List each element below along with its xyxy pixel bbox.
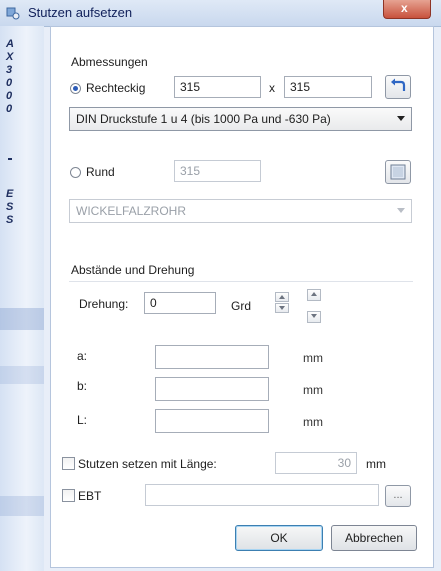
distances-group-label: Abstände und Drehung (71, 263, 195, 277)
b-unit: mm (303, 383, 323, 397)
ebt-input[interactable] (145, 484, 379, 506)
rect-radio[interactable] (70, 83, 81, 94)
swap-dimensions-button[interactable] (385, 75, 411, 99)
ebt-browse-button[interactable]: ... (385, 485, 411, 507)
l-label: L: (77, 413, 88, 427)
rect-class-value: DIN Druckstufe 1 u 4 (bis 1000 Pa und -6… (76, 112, 331, 126)
strip-letters-bottom: ES S (6, 188, 14, 226)
rect-width-input[interactable]: 315 (174, 76, 261, 98)
rect-class-dropdown[interactable]: DIN Druckstufe 1 u 4 (bis 1000 Pa und -6… (69, 107, 412, 131)
preview-icon (390, 164, 406, 180)
strip-shade (0, 366, 44, 384)
window-title: Stutzen aufsetzen (28, 5, 133, 20)
rotation-input[interactable]: 0 (144, 292, 216, 314)
round-type-dropdown[interactable]: WICKELFALZROHR (69, 199, 412, 223)
round-type-value: WICKELFALZROHR (76, 204, 187, 218)
close-icon: x (401, 1, 408, 15)
stutzen-length-checkbox[interactable] (62, 457, 75, 470)
stutzen-length-unit: mm (366, 457, 386, 471)
rotation-spin-up[interactable] (275, 292, 289, 302)
chevron-down-icon (397, 116, 405, 121)
rotation-spin-down[interactable] (275, 303, 289, 313)
rect-radio-label: Rechteckig (86, 81, 146, 95)
l-unit: mm (303, 415, 323, 429)
b-label: b: (77, 379, 88, 393)
a-input[interactable] (155, 345, 269, 369)
round-radio[interactable] (70, 167, 81, 178)
strip-shade (0, 496, 44, 516)
ebt-checkbox[interactable] (62, 489, 75, 502)
rotation-step-down[interactable] (307, 311, 321, 323)
rotate-icon (391, 78, 406, 91)
stutzen-length-input[interactable]: 30 (275, 452, 357, 474)
rect-separator: x (269, 81, 275, 95)
duct-preview-button[interactable] (385, 160, 411, 184)
dialog-body: Abmessungen Rechteckig 315 x 315 DIN Dru… (50, 26, 434, 568)
app-icon (6, 7, 20, 20)
rotation-label: Drehung: (79, 297, 129, 311)
round-diameter-input[interactable]: 315 (174, 160, 261, 182)
rotation-step-up[interactable] (307, 289, 321, 301)
a-unit: mm (303, 351, 323, 365)
close-button[interactable]: x (383, 0, 431, 19)
cancel-button[interactable]: Abbrechen (331, 525, 417, 551)
ebt-label: EBT (78, 489, 102, 503)
title-bar: Stutzen aufsetzen x (0, 0, 441, 27)
chevron-down-icon (397, 208, 405, 213)
strip-letters-top: AX 30 00 (6, 38, 14, 115)
round-radio-label: Rund (86, 165, 115, 179)
strip-mark (8, 158, 12, 160)
dimensions-group-label: Abmessungen (71, 55, 148, 69)
ok-button[interactable]: OK (235, 525, 323, 551)
strip-shade (0, 308, 44, 330)
rotation-unit: Grd (231, 299, 252, 313)
b-input[interactable] (155, 377, 269, 401)
a-label: a: (77, 349, 88, 363)
l-input[interactable] (155, 409, 269, 433)
background-strip: AX 30 00 ES S (0, 26, 44, 571)
rect-height-input[interactable]: 315 (284, 76, 372, 98)
group-divider (69, 281, 413, 282)
stutzen-length-label: Stutzen setzen mit Länge: (78, 457, 217, 471)
